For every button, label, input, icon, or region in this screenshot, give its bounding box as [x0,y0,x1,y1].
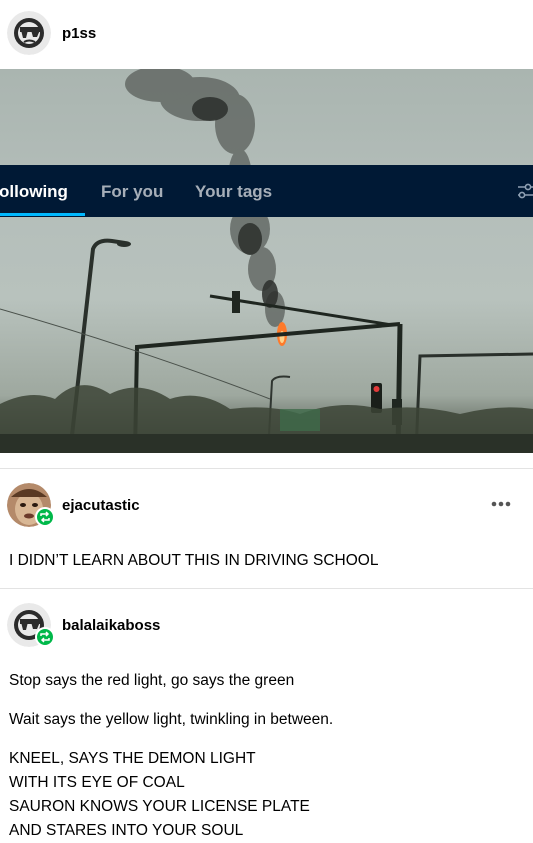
tab-for-you[interactable]: For you [101,182,163,202]
reblog-paragraph: Wait says the yellow light, twinkling in… [9,711,334,728]
reblog-icon [35,627,55,647]
reblog-paragraph: AND STARES INTO YOUR SOUL [9,822,244,839]
reblog-icon [35,507,55,527]
divider [0,588,533,589]
reblog-paragraph: KNEEL, SAYS THE DEMON LIGHT [9,750,256,767]
sunglasses-face-icon[interactable] [7,11,51,55]
post-author-username[interactable]: p1ss [62,25,96,42]
dashboard-tab-bar: ollowing For you Your tags [0,165,533,217]
reblog-paragraph: WITH ITS EYE OF COAL [9,774,185,791]
reblog-username[interactable]: balalaikaboss [62,617,160,634]
tab-following[interactable]: ollowing [0,182,68,202]
reblog-paragraph: SAURON KNOWS YOUR LICENSE PLATE [9,798,310,815]
more-options-icon[interactable] [489,497,515,511]
reblog-header: balalaikaboss [0,598,533,658]
post-header: p1ss [0,3,533,63]
sliders-icon[interactable] [516,181,533,201]
reblog-paragraph: Stop says the red light, go says the gre… [9,672,295,689]
divider [0,468,533,469]
active-tab-indicator [0,213,85,216]
reblog-text: I DIDN’T LEARN ABOUT THIS IN DRIVING SCH… [9,552,379,569]
tab-your-tags[interactable]: Your tags [195,182,272,202]
reblog-username[interactable]: ejacutastic [62,497,140,514]
reblog-header: ejacutastic [0,478,533,538]
traffic-light-on-fire-photo[interactable] [0,69,533,453]
